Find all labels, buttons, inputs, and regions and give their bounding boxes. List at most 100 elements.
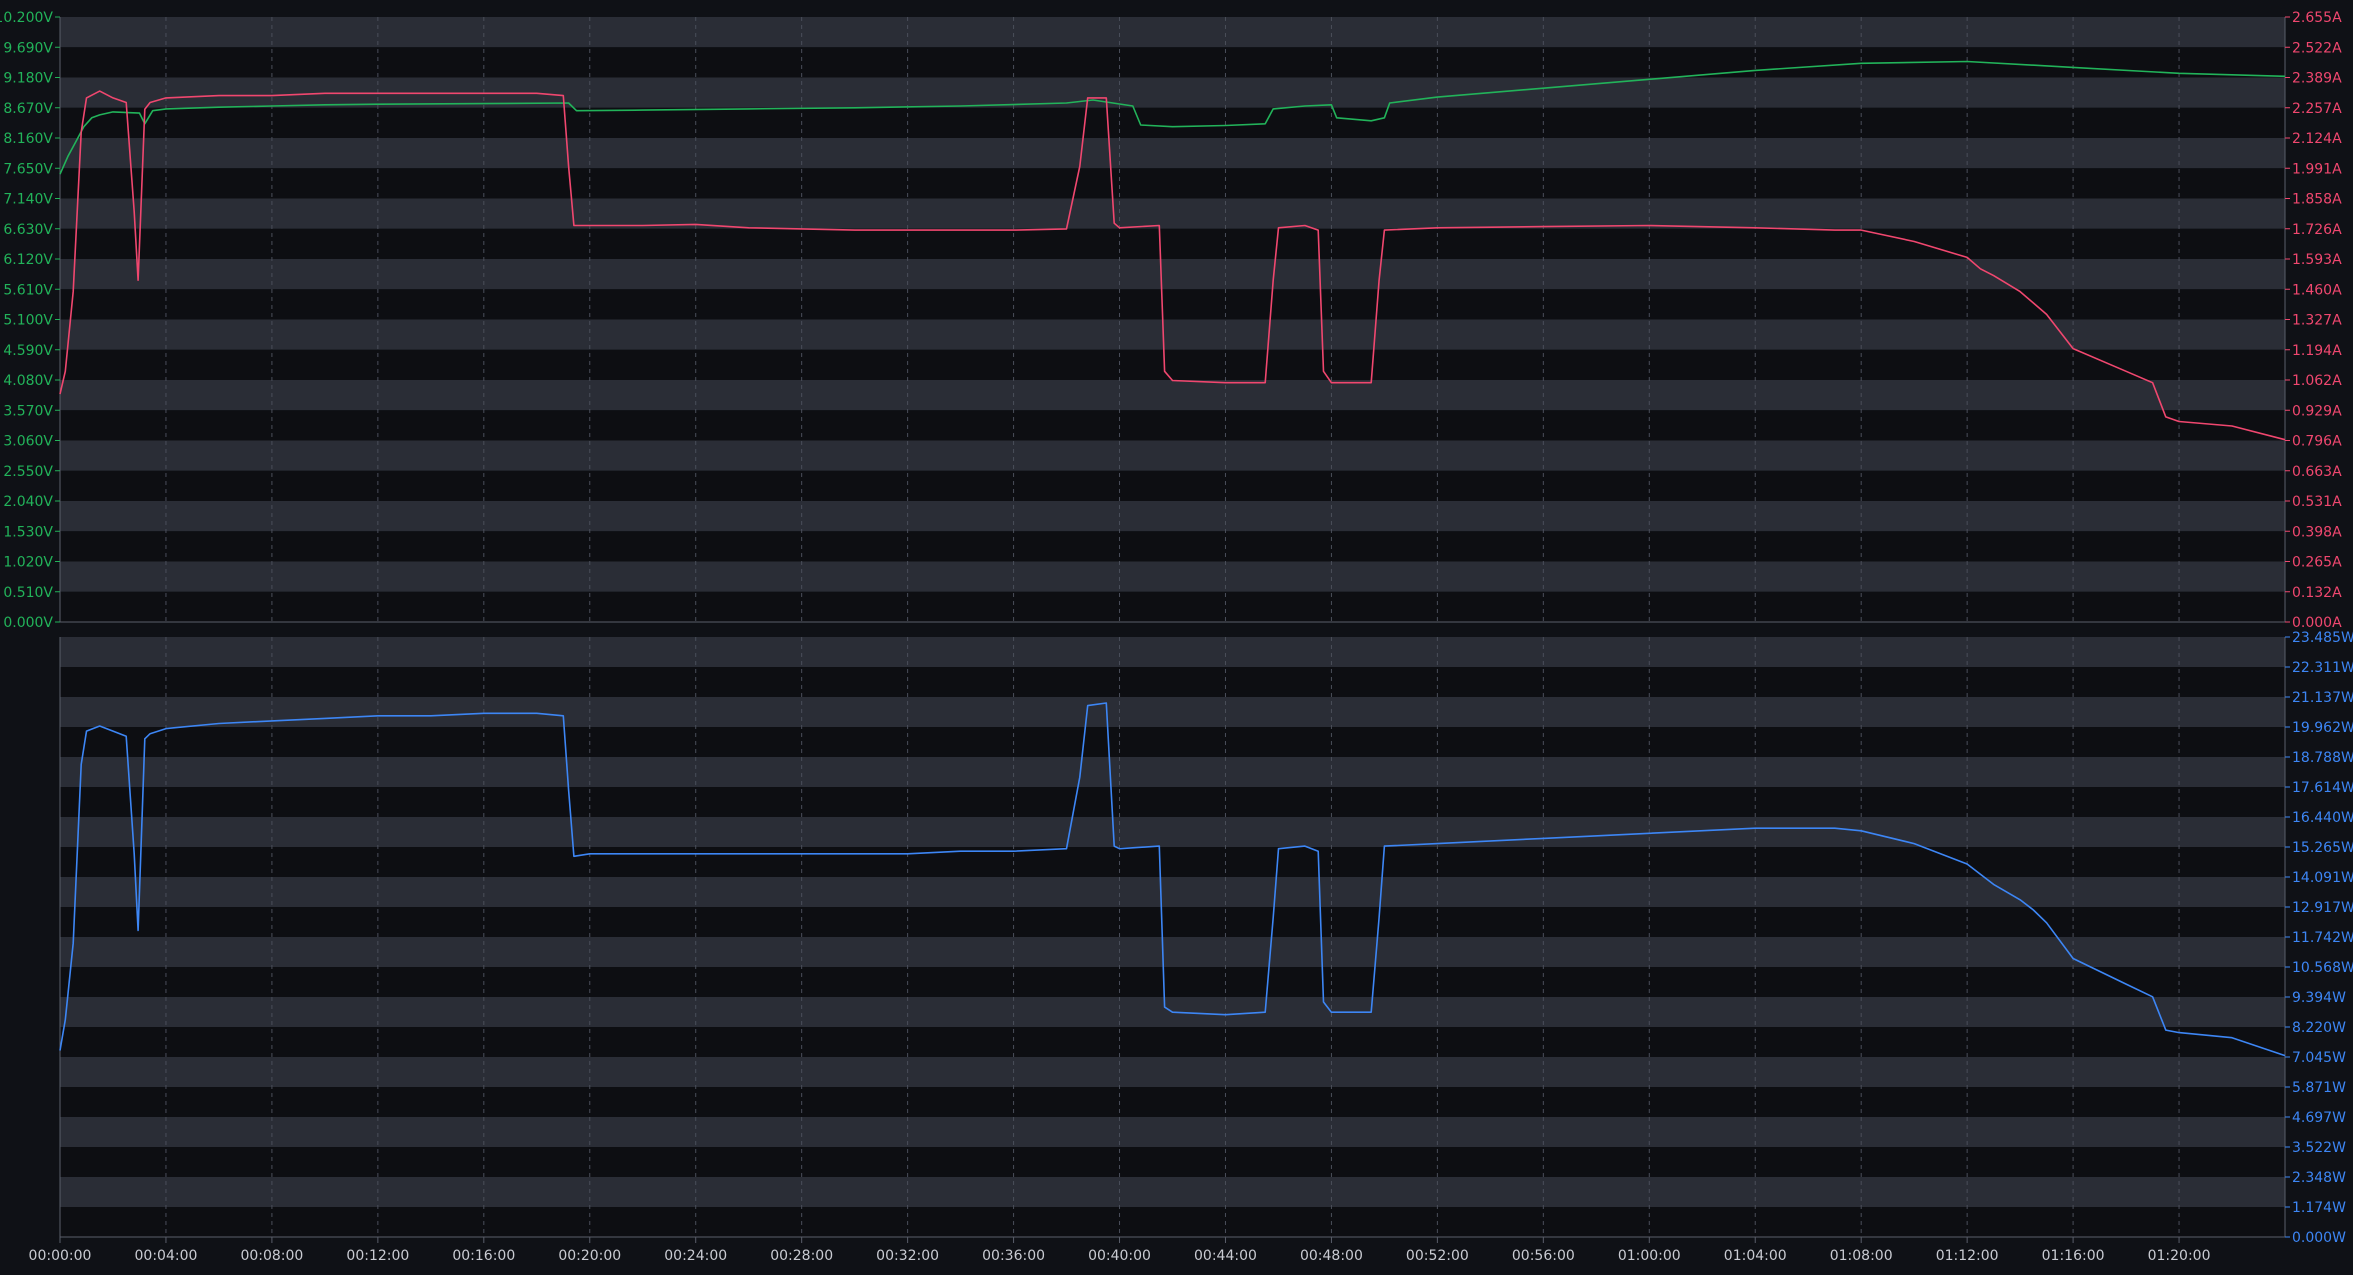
band (60, 907, 2285, 937)
band (60, 937, 2285, 967)
right-tick-label: 2.655A (2292, 10, 2342, 26)
right-tick-label: 0.398A (2292, 524, 2342, 540)
right-tick-label: 12.917W (2292, 900, 2353, 916)
right-tick-label: 1.858A (2292, 192, 2342, 208)
right-tick-label: 2.389A (2292, 71, 2342, 87)
x-tick-label: 00:24:00 (664, 1248, 727, 1264)
x-tick-label: 01:12:00 (1936, 1248, 1999, 1264)
band (60, 637, 2285, 667)
right-tick-label: 10.568W (2292, 960, 2353, 976)
left-tick-label: 0.510V (3, 585, 53, 601)
left-tick-label: 10.200V (0, 10, 53, 26)
right-tick-label: 3.522W (2292, 1140, 2346, 1156)
x-tick-label: 00:36:00 (982, 1248, 1045, 1264)
left-tick-label: 4.590V (3, 343, 53, 359)
left-tick-label: 6.120V (3, 252, 53, 268)
x-tick-label: 00:48:00 (1300, 1248, 1363, 1264)
band (60, 1087, 2285, 1117)
right-tick-label: 1.062A (2292, 373, 2342, 389)
right-tick-label: 1.991A (2292, 161, 2342, 177)
band (60, 847, 2285, 877)
right-tick-label: 0.132A (2292, 585, 2342, 601)
right-tick-label: 9.394W (2292, 990, 2346, 1006)
right-tick-label: 16.440W (2292, 810, 2353, 826)
right-tick-label: 19.962W (2292, 720, 2353, 736)
band (60, 667, 2285, 697)
x-tick-label: 00:28:00 (770, 1248, 833, 1264)
right-tick-label: 5.871W (2292, 1080, 2346, 1096)
right-tick-label: 2.124A (2292, 131, 2342, 147)
right-tick-label: 14.091W (2292, 870, 2353, 886)
right-tick-label: 17.614W (2292, 780, 2353, 796)
voltage-current-panel: 10.200V 9.690V 9.180V 8.670V 8.160V 7.650V 7.1… (0, 10, 2342, 631)
x-tick-label: 01:04:00 (1724, 1248, 1787, 1264)
band (60, 319, 2285, 350)
band (60, 1177, 2285, 1207)
left-tick-label: 3.060V (3, 434, 53, 450)
right-tick-label: 1.726A (2292, 222, 2342, 238)
left-tick-label: 4.080V (3, 373, 53, 389)
left-tick-label: 6.630V (3, 222, 53, 238)
band (60, 787, 2285, 817)
band (60, 259, 2285, 290)
right-tick-label: 0.265A (2292, 555, 2342, 571)
x-tick-label: 01:16:00 (2042, 1248, 2105, 1264)
right-tick-label: 1.327A (2292, 313, 2342, 329)
left-tick-label: 2.550V (3, 464, 53, 480)
band (60, 561, 2285, 592)
x-tick-label: 00:20:00 (558, 1248, 621, 1264)
power-monitor-chart: 10.200V 9.690V 9.180V 8.670V 8.160V 7.650V 7.1… (0, 0, 2353, 1271)
left-tick-label: 8.670V (3, 101, 53, 117)
left-tick-label: 9.690V (3, 40, 53, 56)
band (60, 138, 2285, 169)
band (60, 228, 2285, 259)
right-tick-label: 0.796A (2292, 434, 2342, 450)
left-tick-label: 3.570V (3, 403, 53, 419)
band (60, 531, 2285, 562)
band (60, 1147, 2285, 1177)
x-tick-label: 00:08:00 (240, 1248, 303, 1264)
right-tick-label: 2.522A (2292, 40, 2342, 56)
left-tick-label: 7.650V (3, 161, 53, 177)
band (60, 1207, 2285, 1237)
right-tick-label: 0.929A (2292, 403, 2342, 419)
x-tick-label: 00:16:00 (452, 1248, 515, 1264)
left-tick-label: 5.100V (3, 313, 53, 329)
band (60, 591, 2285, 622)
right-tick-label: 2.257A (2292, 101, 2342, 117)
band (60, 470, 2285, 501)
band (60, 1057, 2285, 1087)
left-tick-label: 5.610V (3, 282, 53, 298)
band (60, 817, 2285, 847)
x-tick-label: 01:00:00 (1618, 1248, 1681, 1264)
right-tick-label: 4.697W (2292, 1110, 2346, 1126)
x-tick-label: 00:00:00 (29, 1248, 92, 1264)
band (60, 877, 2285, 907)
left-tick-label: 1.020V (3, 555, 53, 571)
band (60, 967, 2285, 997)
band (60, 1117, 2285, 1147)
right-tick-label: 11.742W (2292, 930, 2353, 946)
x-tick-label: 00:56:00 (1512, 1248, 1575, 1264)
band (60, 410, 2285, 441)
band (60, 349, 2285, 380)
x-tick-label: 00:44:00 (1194, 1248, 1257, 1264)
band (60, 727, 2285, 757)
x-tick-label: 00:52:00 (1406, 1248, 1469, 1264)
band (60, 380, 2285, 411)
left-tick-label: 1.530V (3, 524, 53, 540)
x-tick-label: 01:08:00 (1830, 1248, 1893, 1264)
band (60, 1027, 2285, 1057)
right-tick-label: 1.460A (2292, 282, 2342, 298)
x-tick-label: 00:40:00 (1088, 1248, 1151, 1264)
right-tick-label: 8.220W (2292, 1020, 2346, 1036)
right-tick-label: 1.194A (2292, 343, 2342, 359)
time-axis: 00:00:00 00:04:00 00:08:00 00:12:00 00:16:00… (29, 1237, 2210, 1264)
left-tick-label: 9.180V (3, 71, 53, 87)
right-tick-label: 18.788W (2292, 750, 2353, 766)
left-tick-label: 8.160V (3, 131, 53, 147)
band (60, 440, 2285, 471)
band (60, 697, 2285, 727)
right-tick-label: 2.348W (2292, 1170, 2346, 1186)
x-tick-label: 00:32:00 (876, 1248, 939, 1264)
